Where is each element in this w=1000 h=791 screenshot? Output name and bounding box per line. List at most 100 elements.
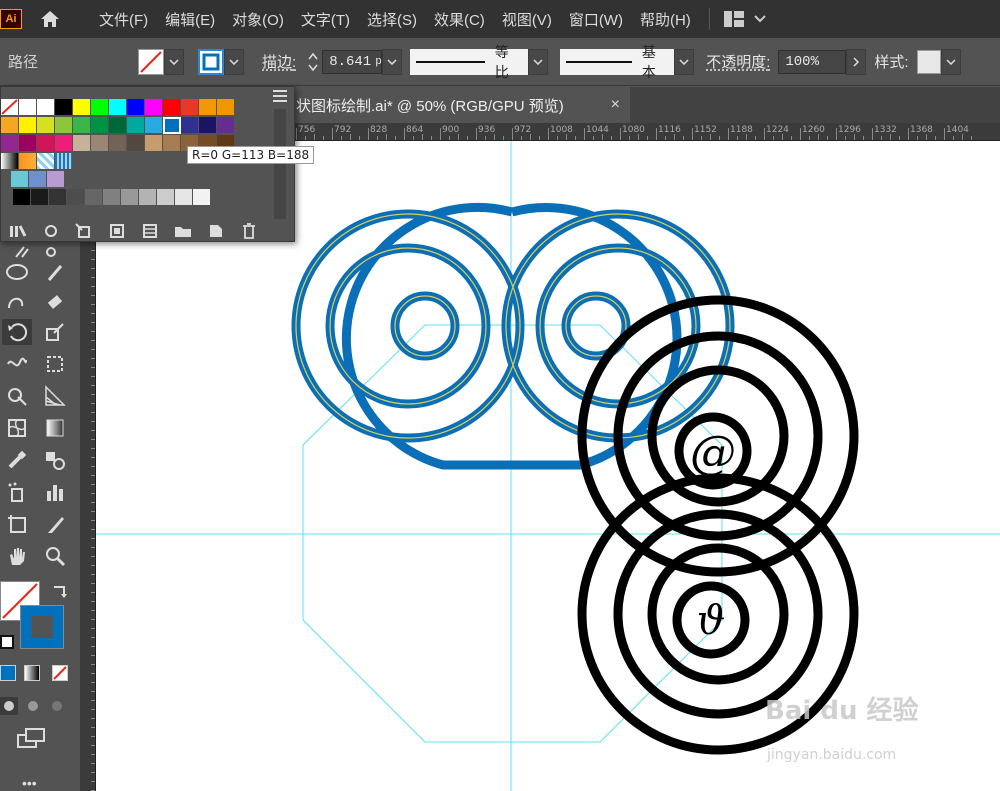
chevron-down-icon[interactable]	[940, 48, 961, 75]
color-swatch[interactable]	[73, 117, 91, 134]
selected-color-swatch[interactable]	[163, 117, 181, 134]
column-graph-icon[interactable]	[40, 479, 70, 505]
swap-fill-stroke-icon[interactable]	[52, 583, 68, 599]
menu-select[interactable]: 选择(S)	[367, 9, 417, 30]
chevron-down-icon[interactable]	[674, 48, 695, 75]
menu-window[interactable]: 窗口(W)	[569, 9, 623, 30]
color-swatch[interactable]	[55, 99, 73, 116]
color-swatch[interactable]	[91, 117, 109, 134]
graphic-style-swatch[interactable]	[916, 49, 941, 74]
color-swatch[interactable]	[139, 189, 157, 206]
pattern-swatch[interactable]	[55, 153, 73, 170]
workspace-switcher[interactable]	[723, 11, 766, 27]
color-swatch[interactable]	[217, 99, 235, 116]
mesh-tool-icon[interactable]	[2, 415, 32, 441]
color-swatch[interactable]	[37, 117, 55, 134]
slice-tool-icon[interactable]	[40, 511, 70, 537]
none-mode-button[interactable]	[52, 665, 68, 681]
color-swatch[interactable]	[19, 117, 37, 134]
delete-swatch-icon[interactable]	[232, 221, 265, 241]
gradient-swatch[interactable]	[1, 153, 19, 170]
color-swatch[interactable]	[157, 189, 175, 206]
color-swatch[interactable]	[1, 135, 19, 152]
pattern-swatch[interactable]	[37, 153, 55, 170]
color-swatch[interactable]	[145, 117, 163, 134]
rotate-tool-icon[interactable]	[2, 319, 32, 345]
color-swatch[interactable]	[145, 99, 163, 116]
gradient-tool-icon[interactable]	[40, 415, 70, 441]
chevron-down-icon[interactable]	[382, 48, 403, 75]
color-swatch[interactable]	[67, 189, 85, 206]
stroke-stepper[interactable]	[304, 49, 322, 75]
menu-help[interactable]: 帮助(H)	[640, 9, 691, 30]
menu-effect[interactable]: 效果(C)	[434, 9, 485, 30]
color-swatch[interactable]	[103, 189, 121, 206]
color-swatch[interactable]	[37, 99, 55, 116]
color-mode-button[interactable]	[0, 665, 16, 681]
color-swatch[interactable]	[91, 135, 109, 152]
color-swatch[interactable]	[49, 189, 67, 206]
color-swatch[interactable]	[127, 135, 145, 152]
color-swatch[interactable]	[55, 135, 73, 152]
draw-normal-icon[interactable]	[0, 697, 18, 715]
color-swatch[interactable]	[145, 135, 163, 152]
opacity-label[interactable]: 不透明度:	[706, 51, 770, 72]
color-group-icon[interactable]	[133, 221, 166, 241]
color-swatch[interactable]	[121, 189, 139, 206]
shape-builder-icon[interactable]	[2, 383, 32, 409]
stroke-label[interactable]: 描边:	[262, 51, 296, 72]
paintbrush-icon[interactable]	[40, 259, 70, 285]
color-swatch[interactable]	[193, 189, 211, 206]
panel-scrollbar[interactable]	[274, 109, 286, 219]
hand-tool-icon[interactable]	[2, 543, 32, 569]
chevron-down-icon[interactable]	[224, 48, 244, 75]
eraser-icon[interactable]	[40, 289, 70, 315]
chevron-down-icon[interactable]	[528, 48, 549, 75]
gradient-mode-button[interactable]	[24, 665, 40, 681]
color-swatch[interactable]	[1, 117, 19, 134]
menu-type[interactable]: 文字(T)	[301, 9, 350, 30]
stroke-color-control[interactable]	[198, 48, 244, 75]
panel-menu-icon[interactable]	[272, 89, 288, 103]
none-swatch[interactable]	[1, 99, 19, 116]
color-swatch[interactable]	[175, 189, 193, 206]
free-transform-icon[interactable]	[40, 351, 70, 377]
color-swatch[interactable]	[199, 99, 217, 116]
new-color-group-icon[interactable]	[166, 221, 199, 241]
menu-view[interactable]: 视图(V)	[502, 9, 552, 30]
screen-mode-icon[interactable]	[16, 727, 46, 751]
color-swatch[interactable]	[37, 135, 55, 152]
color-swatch[interactable]	[163, 135, 181, 152]
color-swatch[interactable]	[47, 171, 65, 188]
stroke-weight-input[interactable]: 8.641 p	[322, 49, 383, 74]
chevron-right-icon[interactable]	[846, 48, 867, 75]
color-swatch[interactable]	[109, 135, 127, 152]
color-swatch[interactable]	[11, 171, 29, 188]
color-swatch[interactable]	[217, 117, 235, 134]
eyedropper-icon[interactable]	[2, 447, 32, 473]
color-swatch[interactable]	[29, 171, 47, 188]
warp-tool-icon[interactable]	[2, 351, 32, 377]
fill-control[interactable]	[138, 48, 184, 75]
color-swatch[interactable]	[13, 189, 31, 206]
shaper-tool-icon[interactable]	[2, 289, 32, 315]
gradient-swatch[interactable]	[19, 153, 37, 170]
blue-double-spiral[interactable]	[291, 202, 735, 470]
stroke-swatch-large[interactable]	[20, 605, 64, 649]
blend-tool-icon[interactable]	[40, 447, 70, 473]
color-swatch[interactable]	[163, 99, 181, 116]
new-swatch-icon[interactable]	[199, 221, 232, 241]
ellipse-tool-icon[interactable]	[2, 259, 32, 285]
swatch-libraries-icon[interactable]	[1, 221, 34, 241]
menu-edit[interactable]: 编辑(E)	[165, 9, 215, 30]
color-swatch[interactable]	[73, 99, 91, 116]
horizontal-ruler[interactable]: 756 792 828 864 900 936 972 1008 1044 1080 1116 115…	[290, 123, 1000, 141]
fill-none-swatch[interactable]	[138, 48, 164, 75]
close-icon[interactable]: ×	[611, 96, 620, 114]
color-swatch[interactable]	[19, 135, 37, 152]
color-swatch[interactable]	[109, 99, 127, 116]
color-swatch[interactable]	[199, 117, 217, 134]
swatch-options-icon[interactable]	[100, 221, 133, 241]
symbol-sprayer-icon[interactable]	[2, 479, 32, 505]
color-swatch[interactable]	[181, 117, 199, 134]
